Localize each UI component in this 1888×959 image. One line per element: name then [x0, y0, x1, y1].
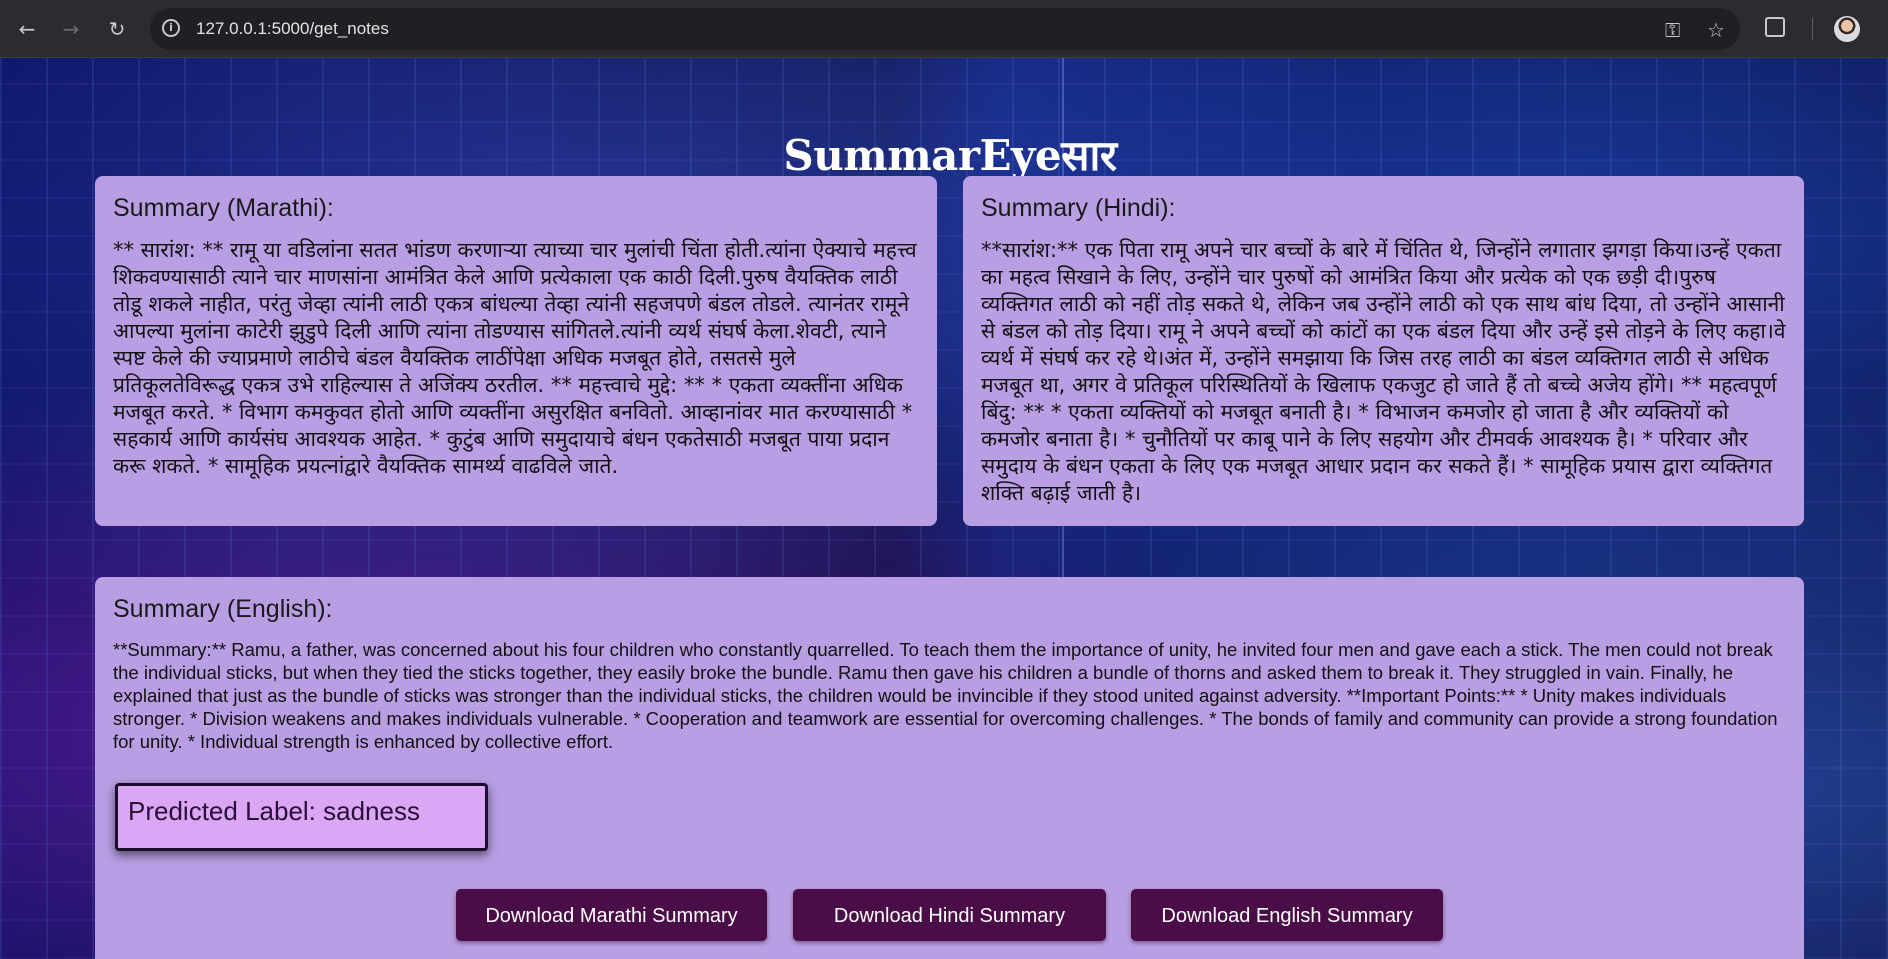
- back-icon[interactable]: ←: [11, 13, 43, 45]
- extensions-icon[interactable]: [1765, 17, 1785, 37]
- reload-icon[interactable]: ↻: [101, 13, 133, 45]
- browser-toolbar: ← → ↻ i 127.0.0.1:5000/get_notes ⚿ ☆: [0, 0, 1888, 58]
- toolbar-divider: [1812, 18, 1813, 40]
- marathi-summary-heading: Summary (Marathi):: [113, 194, 334, 222]
- profile-avatar[interactable]: [1834, 16, 1860, 42]
- marathi-summary-text: ** सारांश: ** रामू या वडिलांना सतत भांडण…: [113, 238, 917, 478]
- marathi-summary-card: Summary (Marathi): ** सारांश: ** रामू या…: [95, 176, 937, 526]
- url-text[interactable]: 127.0.0.1:5000/get_notes: [196, 19, 389, 39]
- forward-icon[interactable]: →: [55, 13, 87, 45]
- password-key-icon[interactable]: ⚿: [1665, 18, 1680, 42]
- page-background: SummarEyeसार Summary (Marathi): ** सारां…: [0, 58, 1888, 959]
- hindi-summary-heading: Summary (Hindi):: [981, 194, 1176, 222]
- address-bar[interactable]: i 127.0.0.1:5000/get_notes ⚿ ☆: [150, 8, 1740, 50]
- predicted-label-box: Predicted Label: sadness: [115, 783, 488, 851]
- site-title: SummarEyeसार: [783, 131, 1117, 180]
- hindi-summary-text: **सारांश:** एक पिता रामू अपने चार बच्चों…: [981, 238, 1786, 505]
- bookmark-star-icon[interactable]: ☆: [1707, 18, 1725, 42]
- english-summary-text: **Summary:** Ramu, a father, was concern…: [113, 639, 1778, 752]
- site-info-icon[interactable]: i: [162, 19, 180, 37]
- hindi-summary-card: Summary (Hindi): **सारांश:** एक पिता राम…: [963, 176, 1804, 526]
- download-hindi-button[interactable]: Download Hindi Summary: [793, 889, 1106, 941]
- download-marathi-button[interactable]: Download Marathi Summary: [456, 889, 767, 941]
- english-summary-heading: Summary (English):: [113, 595, 333, 623]
- download-english-button[interactable]: Download English Summary: [1131, 889, 1443, 941]
